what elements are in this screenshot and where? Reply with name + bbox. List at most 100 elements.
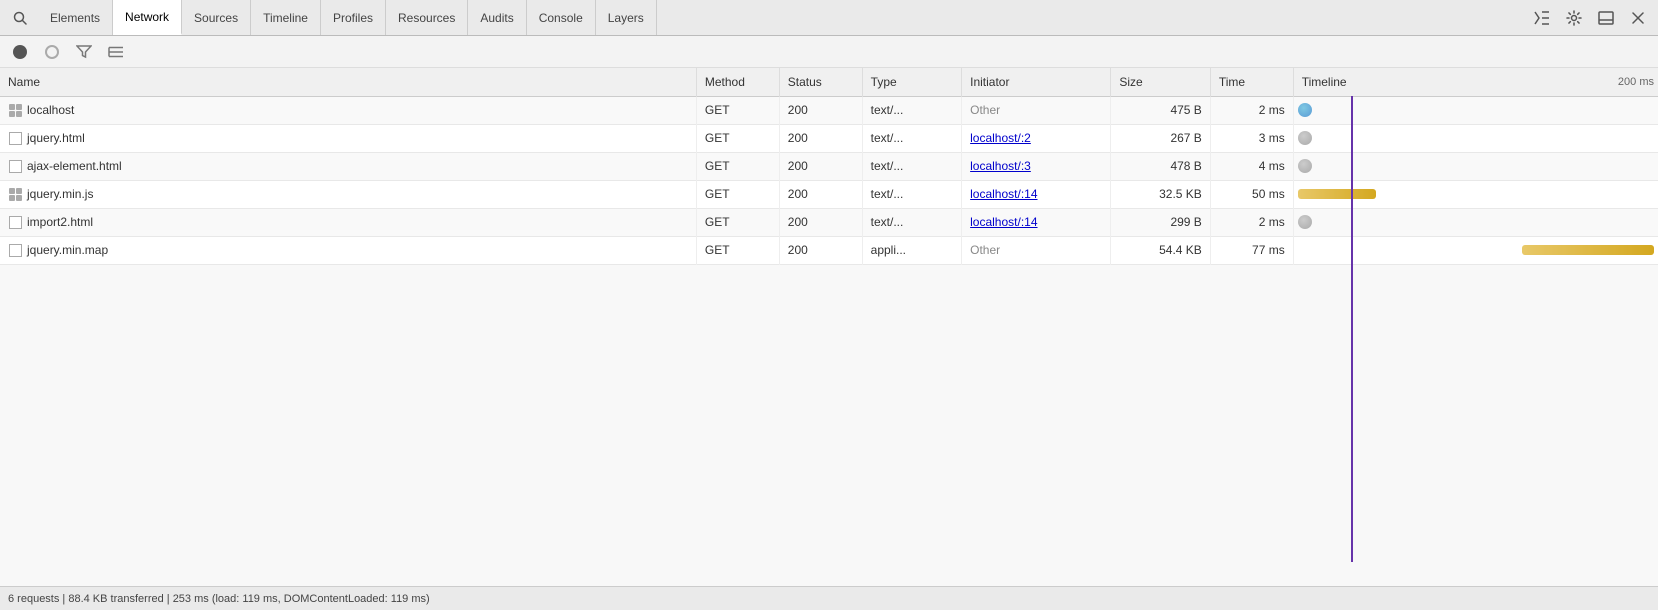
timeline-indicator (1298, 214, 1654, 230)
gray-circle-indicator (1298, 131, 1312, 145)
cell-timeline (1293, 208, 1658, 236)
table-row[interactable]: jquery.htmlGET200text/...localhost/:2267… (0, 124, 1658, 152)
cell-time: 50 ms (1210, 180, 1293, 208)
tab-audits[interactable]: Audits (468, 0, 526, 35)
cell-size: 299 B (1111, 208, 1210, 236)
cell-initiator[interactable]: localhost/:3 (962, 152, 1111, 180)
file-grid-icon (8, 103, 22, 117)
list-view-button[interactable] (104, 40, 128, 64)
cell-size: 475 B (1111, 96, 1210, 124)
table-row[interactable]: ajax-element.htmlGET200text/...localhost… (0, 152, 1658, 180)
tab-elements[interactable]: Elements (38, 0, 113, 35)
cell-timeline (1293, 96, 1658, 124)
tab-bar: Elements Network Sources Timeline Profil… (38, 0, 657, 35)
cell-type: appli... (862, 236, 961, 264)
dock-icon[interactable] (1592, 4, 1620, 32)
tab-network[interactable]: Network (113, 0, 182, 35)
cell-initiator[interactable]: localhost/:14 (962, 180, 1111, 208)
cell-size: 478 B (1111, 152, 1210, 180)
cell-method: GET (696, 96, 779, 124)
cell-time: 2 ms (1210, 208, 1293, 236)
cell-initiator: Other (962, 96, 1111, 124)
tab-timeline[interactable]: Timeline (251, 0, 321, 35)
cell-name: localhost (0, 96, 696, 124)
col-header-initiator[interactable]: Initiator (962, 68, 1111, 96)
cell-timeline (1293, 180, 1658, 208)
timeline-indicator (1298, 102, 1654, 118)
cell-initiator[interactable]: localhost/:2 (962, 124, 1111, 152)
cell-type: text/... (862, 124, 961, 152)
cell-timeline (1293, 236, 1658, 264)
cell-type: text/... (862, 152, 961, 180)
cell-size: 267 B (1111, 124, 1210, 152)
cell-status: 200 (779, 96, 862, 124)
cell-type: text/... (862, 96, 961, 124)
initiator-link[interactable]: localhost/:14 (970, 187, 1037, 201)
execute-icon[interactable] (1528, 4, 1556, 32)
status-text: 6 requests | 88.4 KB transferred | 253 m… (8, 593, 430, 605)
col-header-method[interactable]: Method (696, 68, 779, 96)
main-content: Name Method Status Type Initiator Size T… (0, 68, 1658, 586)
network-subtoolbar (0, 36, 1658, 68)
cell-method: GET (696, 124, 779, 152)
initiator-other: Other (970, 243, 1000, 257)
clear-button[interactable] (40, 40, 64, 64)
cell-time: 4 ms (1210, 152, 1293, 180)
cell-type: text/... (862, 208, 961, 236)
col-header-time[interactable]: Time (1210, 68, 1293, 96)
cell-method: GET (696, 236, 779, 264)
timeline-bar (1298, 189, 1376, 199)
timeline-indicator (1298, 158, 1654, 174)
timeline-indicator (1298, 130, 1654, 146)
cell-size: 32.5 KB (1111, 180, 1210, 208)
table-row[interactable]: localhostGET200text/...Other475 B2 ms (0, 96, 1658, 124)
table-row[interactable]: jquery.min.mapGET200appli...Other54.4 KB… (0, 236, 1658, 264)
settings-icon[interactable] (1560, 4, 1588, 32)
blue-circle-indicator (1298, 103, 1312, 117)
cell-initiator: Other (962, 236, 1111, 264)
cell-name: jquery.min.js (0, 180, 696, 208)
cell-initiator[interactable]: localhost/:14 (962, 208, 1111, 236)
file-name: ajax-element.html (27, 159, 122, 173)
col-header-name[interactable]: Name (0, 68, 696, 96)
table-header-row: Name Method Status Type Initiator Size T… (0, 68, 1658, 96)
file-name: jquery.html (27, 131, 85, 145)
network-table: Name Method Status Type Initiator Size T… (0, 68, 1658, 265)
search-button[interactable] (6, 4, 34, 32)
cell-time: 2 ms (1210, 96, 1293, 124)
cell-timeline (1293, 152, 1658, 180)
col-header-type[interactable]: Type (862, 68, 961, 96)
initiator-link[interactable]: localhost/:14 (970, 215, 1037, 229)
col-header-timeline[interactable]: Timeline 200 ms (1293, 68, 1658, 96)
cell-time: 3 ms (1210, 124, 1293, 152)
cell-status: 200 (779, 208, 862, 236)
cell-name: import2.html (0, 208, 696, 236)
table-row[interactable]: jquery.min.jsGET200text/...localhost/:14… (0, 180, 1658, 208)
tab-sources[interactable]: Sources (182, 0, 251, 35)
table-row[interactable]: import2.htmlGET200text/...localhost/:142… (0, 208, 1658, 236)
cell-method: GET (696, 180, 779, 208)
initiator-link[interactable]: localhost/:3 (970, 159, 1031, 173)
initiator-link[interactable]: localhost/:2 (970, 131, 1031, 145)
file-grid-icon (8, 187, 22, 201)
timeline-marker-label: 200 ms (1618, 76, 1654, 88)
record-button[interactable] (8, 40, 32, 64)
tab-layers[interactable]: Layers (596, 0, 657, 35)
tab-console[interactable]: Console (527, 0, 596, 35)
file-checkbox-icon (8, 131, 22, 145)
col-header-size[interactable]: Size (1111, 68, 1210, 96)
toolbar-right-actions (1528, 4, 1652, 32)
filter-button[interactable] (72, 40, 96, 64)
cell-size: 54.4 KB (1111, 236, 1210, 264)
requests-table: Name Method Status Type Initiator Size T… (0, 68, 1658, 265)
file-name: import2.html (27, 215, 93, 229)
cell-time: 77 ms (1210, 236, 1293, 264)
col-header-status[interactable]: Status (779, 68, 862, 96)
close-icon[interactable] (1624, 4, 1652, 32)
tab-profiles[interactable]: Profiles (321, 0, 386, 35)
tab-resources[interactable]: Resources (386, 0, 468, 35)
cell-status: 200 (779, 152, 862, 180)
timeline-indicator (1298, 186, 1654, 202)
cell-timeline (1293, 124, 1658, 152)
file-checkbox-icon (8, 159, 22, 173)
